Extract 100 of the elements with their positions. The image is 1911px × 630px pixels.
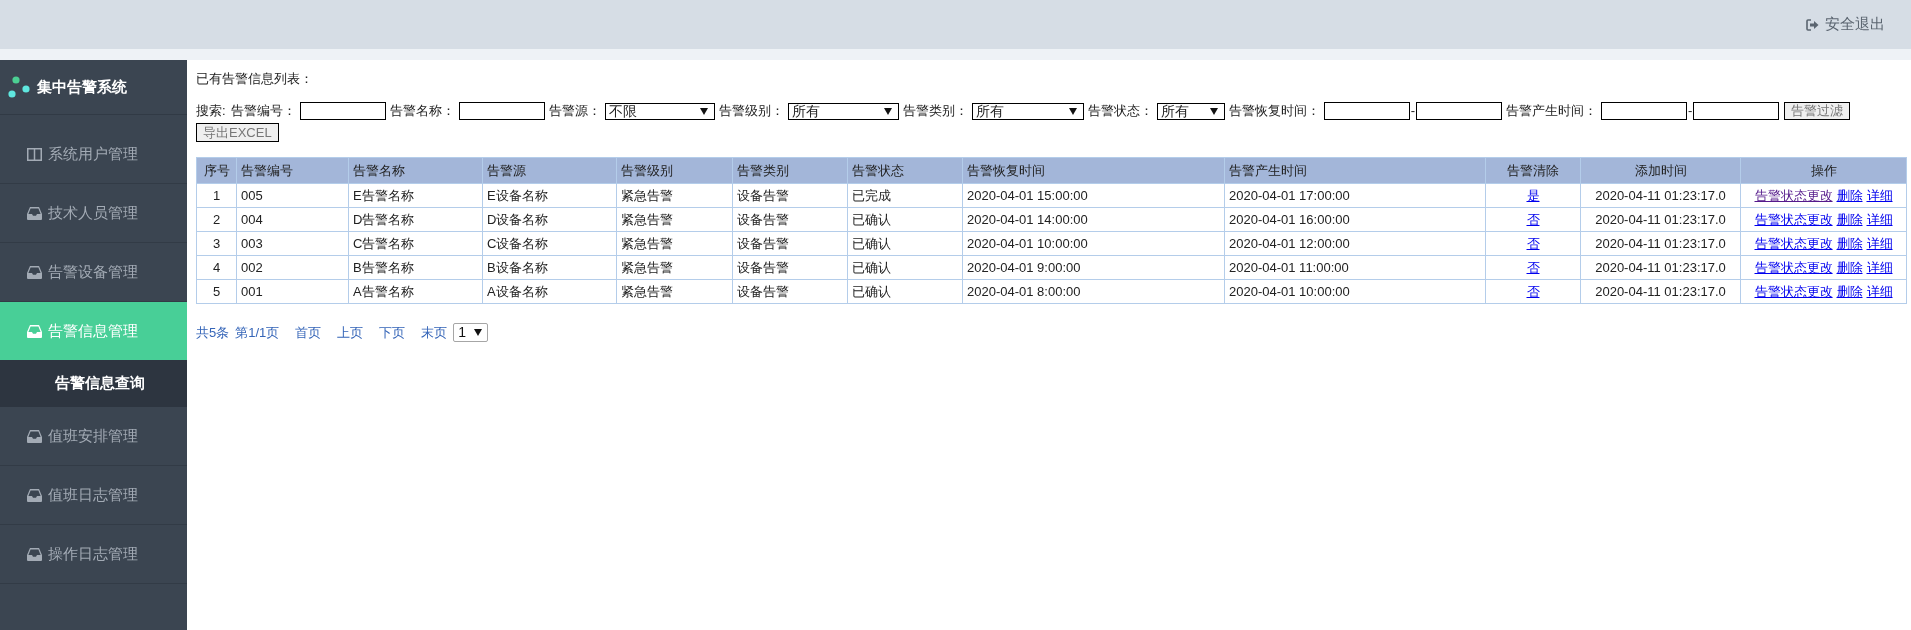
text-input[interactable] [1323,102,1410,120]
table-cell: 5 [196,279,237,304]
action-link[interactable]: 告警状态更改 [1754,235,1833,251]
action-link[interactable]: 告警状态更改 [1754,259,1833,275]
clear-link[interactable]: 否 [1526,211,1540,227]
page-select[interactable]: 1 [453,323,489,342]
record-count: 共5条 [196,323,230,342]
text-input[interactable] [1693,102,1780,120]
table-cell: 2020-04-01 15:00:00 [962,183,1225,208]
column-header: 添加时间 [1580,157,1741,184]
sidebar-item[interactable]: 操作日志管理 [0,525,187,584]
table-cell: 已确认 [847,207,963,232]
sidebar-item[interactable]: 系统用户管理 [0,125,187,184]
tray-icon [27,547,42,561]
table-cell: 已确认 [847,231,963,256]
action-link[interactable]: 删除 [1836,187,1863,203]
column-header: 告警名称 [348,157,483,184]
table-cell: 设备告警 [732,255,848,280]
logout-link[interactable]: 安全退出 [1806,13,1885,36]
action-link[interactable]: 详细 [1866,187,1893,203]
table-cell: C设备名称 [482,231,617,256]
action-link[interactable]: 告警状态更改 [1754,187,1833,203]
table-cell: 紧急告警 [616,207,733,232]
table-cell: 2020-04-01 10:00:00 [962,231,1225,256]
table-cell: 紧急告警 [616,279,733,304]
column-header: 告警清除 [1485,157,1581,184]
text-input[interactable] [458,102,545,120]
page-link[interactable]: 末页 [421,322,448,343]
table-cell: A告警名称 [348,279,483,304]
dropdown[interactable]: 所有 [971,102,1084,120]
clear-link[interactable]: 否 [1526,235,1540,251]
action-link[interactable]: 详细 [1866,211,1893,227]
table-cell: 002 [236,255,349,280]
table-cell: 紧急告警 [616,183,733,208]
action-link[interactable]: 删除 [1836,283,1863,299]
filter-button[interactable]: 告警过滤 [1784,102,1851,120]
search-label: 搜索: [196,102,226,121]
field-label: 告警恢复时间： [1228,102,1320,121]
field-label: 告警名称： [389,102,455,121]
sign-out-icon [1806,18,1819,31]
clear-link[interactable]: 是 [1526,187,1540,203]
table-cell: 已确认 [847,255,963,280]
export-button[interactable]: 导出EXCEL [196,123,279,142]
table-cell: 2 [196,207,237,232]
column-header: 告警源 [482,157,617,184]
page-link[interactable]: 下页 [379,322,406,343]
tray-icon [27,429,42,443]
table-cell: 2020-04-11 01:23:17.0 [1580,231,1741,256]
action-link[interactable]: 详细 [1866,235,1893,251]
app-title: 集中告警系统 [37,76,127,97]
table-cell: E设备名称 [482,183,617,208]
table-cell: D告警名称 [348,207,483,232]
action-link[interactable]: 详细 [1866,259,1893,275]
sidebar-item[interactable]: 值班日志管理 [0,466,187,525]
table-cell: 设备告警 [732,207,848,232]
table-cell: 2020-04-01 12:00:00 [1224,231,1486,256]
page-link[interactable]: 上页 [337,322,364,343]
action-link[interactable]: 详细 [1866,283,1893,299]
column-header: 序号 [196,157,237,184]
table-cell: 2020-04-01 9:00:00 [962,255,1225,280]
table-cell: 3 [196,231,237,256]
table-cell: 2020-04-11 01:23:17.0 [1580,207,1741,232]
clear-link[interactable]: 否 [1526,259,1540,275]
caret-icon [883,107,892,115]
table-cell: B设备名称 [482,255,617,280]
split-panel-icon [27,147,42,161]
column-header: 操作 [1740,157,1907,184]
page-indicator: 第1/1页 [235,323,280,342]
clear-link[interactable]: 否 [1526,283,1540,299]
text-input[interactable] [1415,102,1502,120]
page-link[interactable]: 首页 [295,322,322,343]
column-header: 告警状态 [847,157,963,184]
action-link[interactable]: 删除 [1836,211,1863,227]
sidebar-item[interactable]: 值班安排管理 [0,407,187,466]
tray-icon [27,324,42,338]
field-label: 告警级别： [718,102,784,121]
table-cell: 2020-04-01 8:00:00 [962,279,1225,304]
action-link[interactable]: 删除 [1836,235,1863,251]
table-cell: 紧急告警 [616,231,733,256]
action-link[interactable]: 告警状态更改 [1754,283,1833,299]
dots-logo-icon [8,76,30,98]
column-header: 告警类别 [732,157,848,184]
dropdown[interactable]: 不限 [604,102,715,120]
table-cell: 005 [236,183,349,208]
field-label: 告警源： [548,102,601,121]
text-input[interactable] [1600,102,1687,120]
tray-icon [27,206,42,220]
table-cell: D设备名称 [482,207,617,232]
table-cell: 2020-04-11 01:23:17.0 [1580,255,1741,280]
action-link[interactable]: 告警状态更改 [1754,211,1833,227]
sidebar-item[interactable]: 技术人员管理 [0,184,187,243]
text-input[interactable] [299,102,386,120]
table-cell: E告警名称 [348,183,483,208]
action-link[interactable]: 删除 [1836,259,1863,275]
caret-icon [699,107,708,115]
dropdown[interactable]: 所有 [787,102,899,120]
table-cell: 2020-04-01 17:00:00 [1224,183,1486,208]
dropdown[interactable]: 所有 [1156,102,1225,120]
table-cell: 已完成 [847,183,963,208]
submenu-item[interactable]: 告警信息查询 [0,360,187,407]
